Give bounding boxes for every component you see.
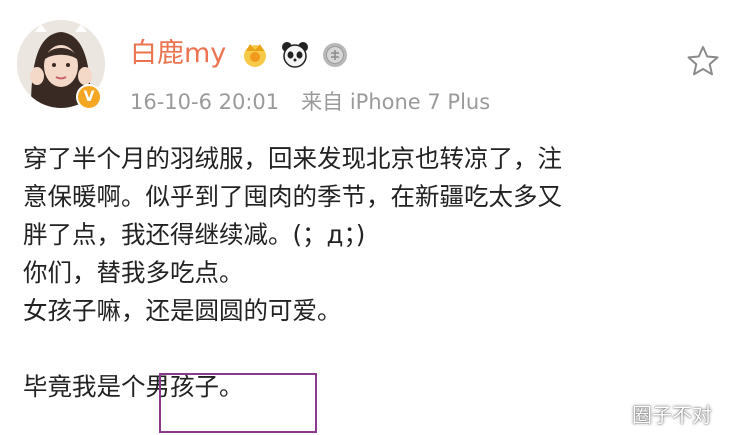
post-content: 穿了半个月的羽绒服，回来发现北京也转凉了，注 意保暖啊。似乎到了囤肉的季节，在新…	[23, 140, 562, 406]
post-source: 来自 iPhone 7 Plus	[301, 90, 491, 114]
content-line-4: 你们，替我多吃点。	[23, 258, 244, 287]
medal-badge-icon[interactable]	[320, 39, 350, 69]
content-line-1: 穿了半个月的羽绒服，回来发现北京也转凉了，注	[23, 144, 562, 173]
panda-badge-icon[interactable]	[280, 39, 310, 69]
content-line-3: 胖了点，我还得继续减。(；д；)	[23, 220, 366, 249]
weibo-post-card: V 白鹿my 16-10-6 20:01 来自 iPhone 7 Plus 穿了半…	[0, 0, 740, 435]
content-line-2: 意保暖啊。似乎到了囤肉的季节，在新疆吃太多又	[23, 182, 562, 211]
watermark: 圈子不对	[632, 403, 712, 427]
username[interactable]: 白鹿my	[130, 38, 226, 70]
content-line-5: 女孩子嘛，还是圆圆的可爱。	[23, 296, 342, 325]
star-outline-icon[interactable]	[686, 44, 720, 78]
highlight-box	[159, 373, 317, 433]
user-badges	[240, 38, 350, 70]
post-timestamp[interactable]: 16-10-6 20:01	[130, 90, 279, 114]
crown-badge-icon[interactable]	[240, 39, 270, 69]
verified-v-icon: V	[76, 84, 102, 110]
post-meta: 16-10-6 20:01 来自 iPhone 7 Plus	[130, 88, 490, 116]
